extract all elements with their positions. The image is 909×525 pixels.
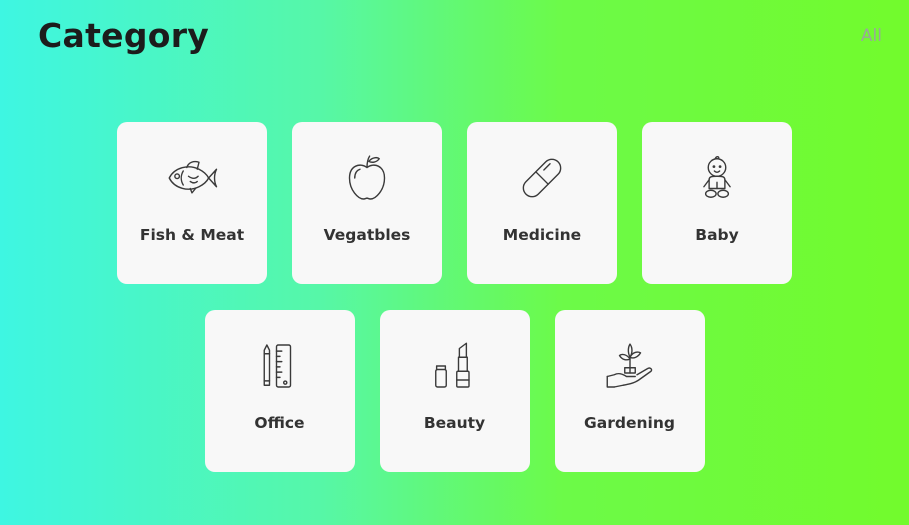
category-card-medicine[interactable]: Medicine (467, 122, 617, 284)
lipstick-icon (427, 338, 483, 394)
category-row-2: Office Beauty Gardening (0, 310, 909, 472)
apple-icon (339, 150, 395, 206)
page-title: Category (38, 16, 210, 55)
category-card-gardening[interactable]: Gardening (554, 310, 705, 472)
category-label: Office (254, 414, 305, 432)
category-label: Baby (695, 226, 739, 244)
fish-icon (164, 150, 220, 206)
category-card-fish-meat[interactable]: Fish & Meat (117, 122, 267, 284)
category-card-beauty[interactable]: Beauty (379, 310, 530, 472)
category-row-1: Fish & Meat Vegatbles Medicine Baby (0, 122, 909, 284)
pencil-ruler-icon (252, 338, 308, 394)
category-card-office[interactable]: Office (204, 310, 355, 472)
category-label: Gardening (584, 414, 675, 432)
category-card-vegatbles[interactable]: Vegatbles (292, 122, 442, 284)
pill-icon (514, 150, 570, 206)
category-label: Vegatbles (323, 226, 411, 244)
baby-icon (689, 150, 745, 206)
view-all-link[interactable]: All (861, 26, 882, 46)
category-card-baby[interactable]: Baby (642, 122, 792, 284)
category-label: Beauty (423, 414, 486, 432)
category-label: Fish & Meat (139, 226, 245, 244)
category-label: Medicine (502, 226, 582, 244)
plant-hand-icon (602, 338, 658, 394)
